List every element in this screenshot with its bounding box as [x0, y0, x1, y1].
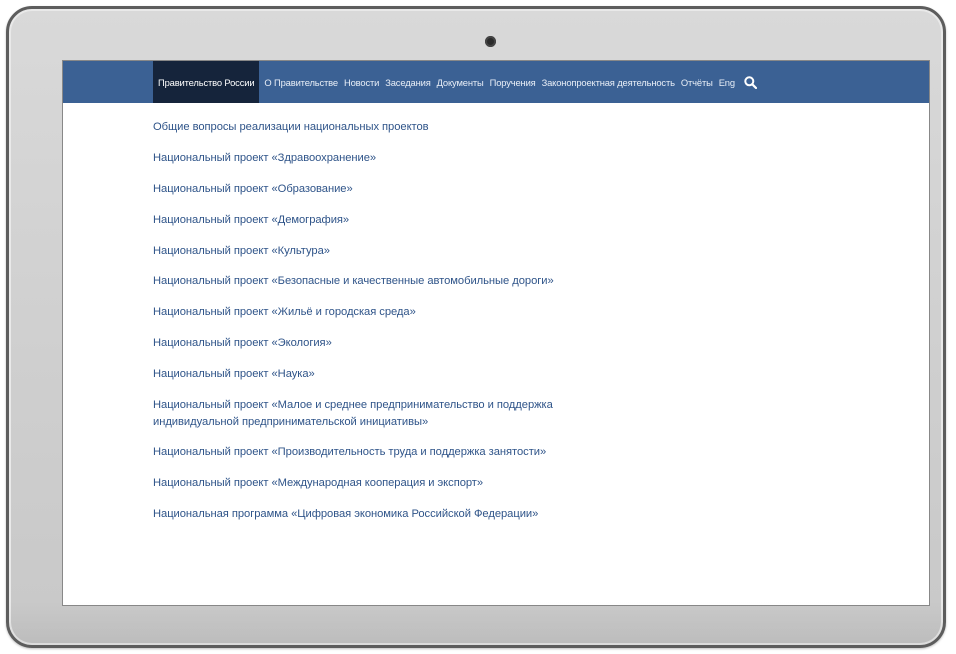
link-project-roads[interactable]: Национальный проект «Безопасные и качест… — [153, 273, 573, 290]
laptop-frame: Правительство России О Правительстве Нов… — [6, 6, 946, 648]
nav-item-news[interactable]: Новости — [341, 61, 382, 103]
link-project-international-cooperation[interactable]: Национальный проект «Международная коопе… — [153, 475, 573, 492]
camera-dot — [485, 36, 496, 47]
link-project-culture[interactable]: Национальный проект «Культура» — [153, 243, 573, 260]
nav-menu: Правительство России О Правительстве Нов… — [153, 61, 758, 103]
link-project-small-business[interactable]: Национальный проект «Малое и среднее пре… — [153, 397, 573, 430]
link-project-labor-productivity[interactable]: Национальный проект «Производительность … — [153, 444, 573, 461]
search-icon[interactable] — [744, 75, 758, 89]
nav-item-meetings[interactable]: Заседания — [382, 61, 433, 103]
link-program-digital-economy[interactable]: Национальная программа «Цифровая экономи… — [153, 506, 573, 523]
link-general-questions[interactable]: Общие вопросы реализации национальных пр… — [153, 119, 573, 136]
link-project-education[interactable]: Национальный проект «Образование» — [153, 181, 573, 198]
link-project-demography[interactable]: Национальный проект «Демография» — [153, 212, 573, 229]
link-project-ecology[interactable]: Национальный проект «Экология» — [153, 335, 573, 352]
national-projects-list: Общие вопросы реализации национальных пр… — [153, 119, 573, 537]
nav-item-documents[interactable]: Документы — [434, 61, 487, 103]
top-navigation-bar: Правительство России О Правительстве Нов… — [63, 61, 929, 103]
link-project-housing[interactable]: Национальный проект «Жильё и городская с… — [153, 304, 573, 321]
link-project-science[interactable]: Национальный проект «Наука» — [153, 366, 573, 383]
nav-item-about-government[interactable]: О Правительстве — [261, 61, 341, 103]
nav-item-instructions[interactable]: Поручения — [487, 61, 539, 103]
nav-item-government-russia[interactable]: Правительство России — [153, 61, 260, 103]
bezel-bottom-shade — [9, 601, 943, 645]
nav-item-english[interactable]: Eng — [716, 61, 738, 103]
screen: Правительство России О Правительстве Нов… — [63, 61, 929, 605]
link-project-healthcare[interactable]: Национальный проект «Здравоохранение» — [153, 150, 573, 167]
nav-item-legislative-activity[interactable]: Законопроектная деятельность — [539, 61, 678, 103]
nav-item-reports[interactable]: Отчёты — [678, 61, 716, 103]
